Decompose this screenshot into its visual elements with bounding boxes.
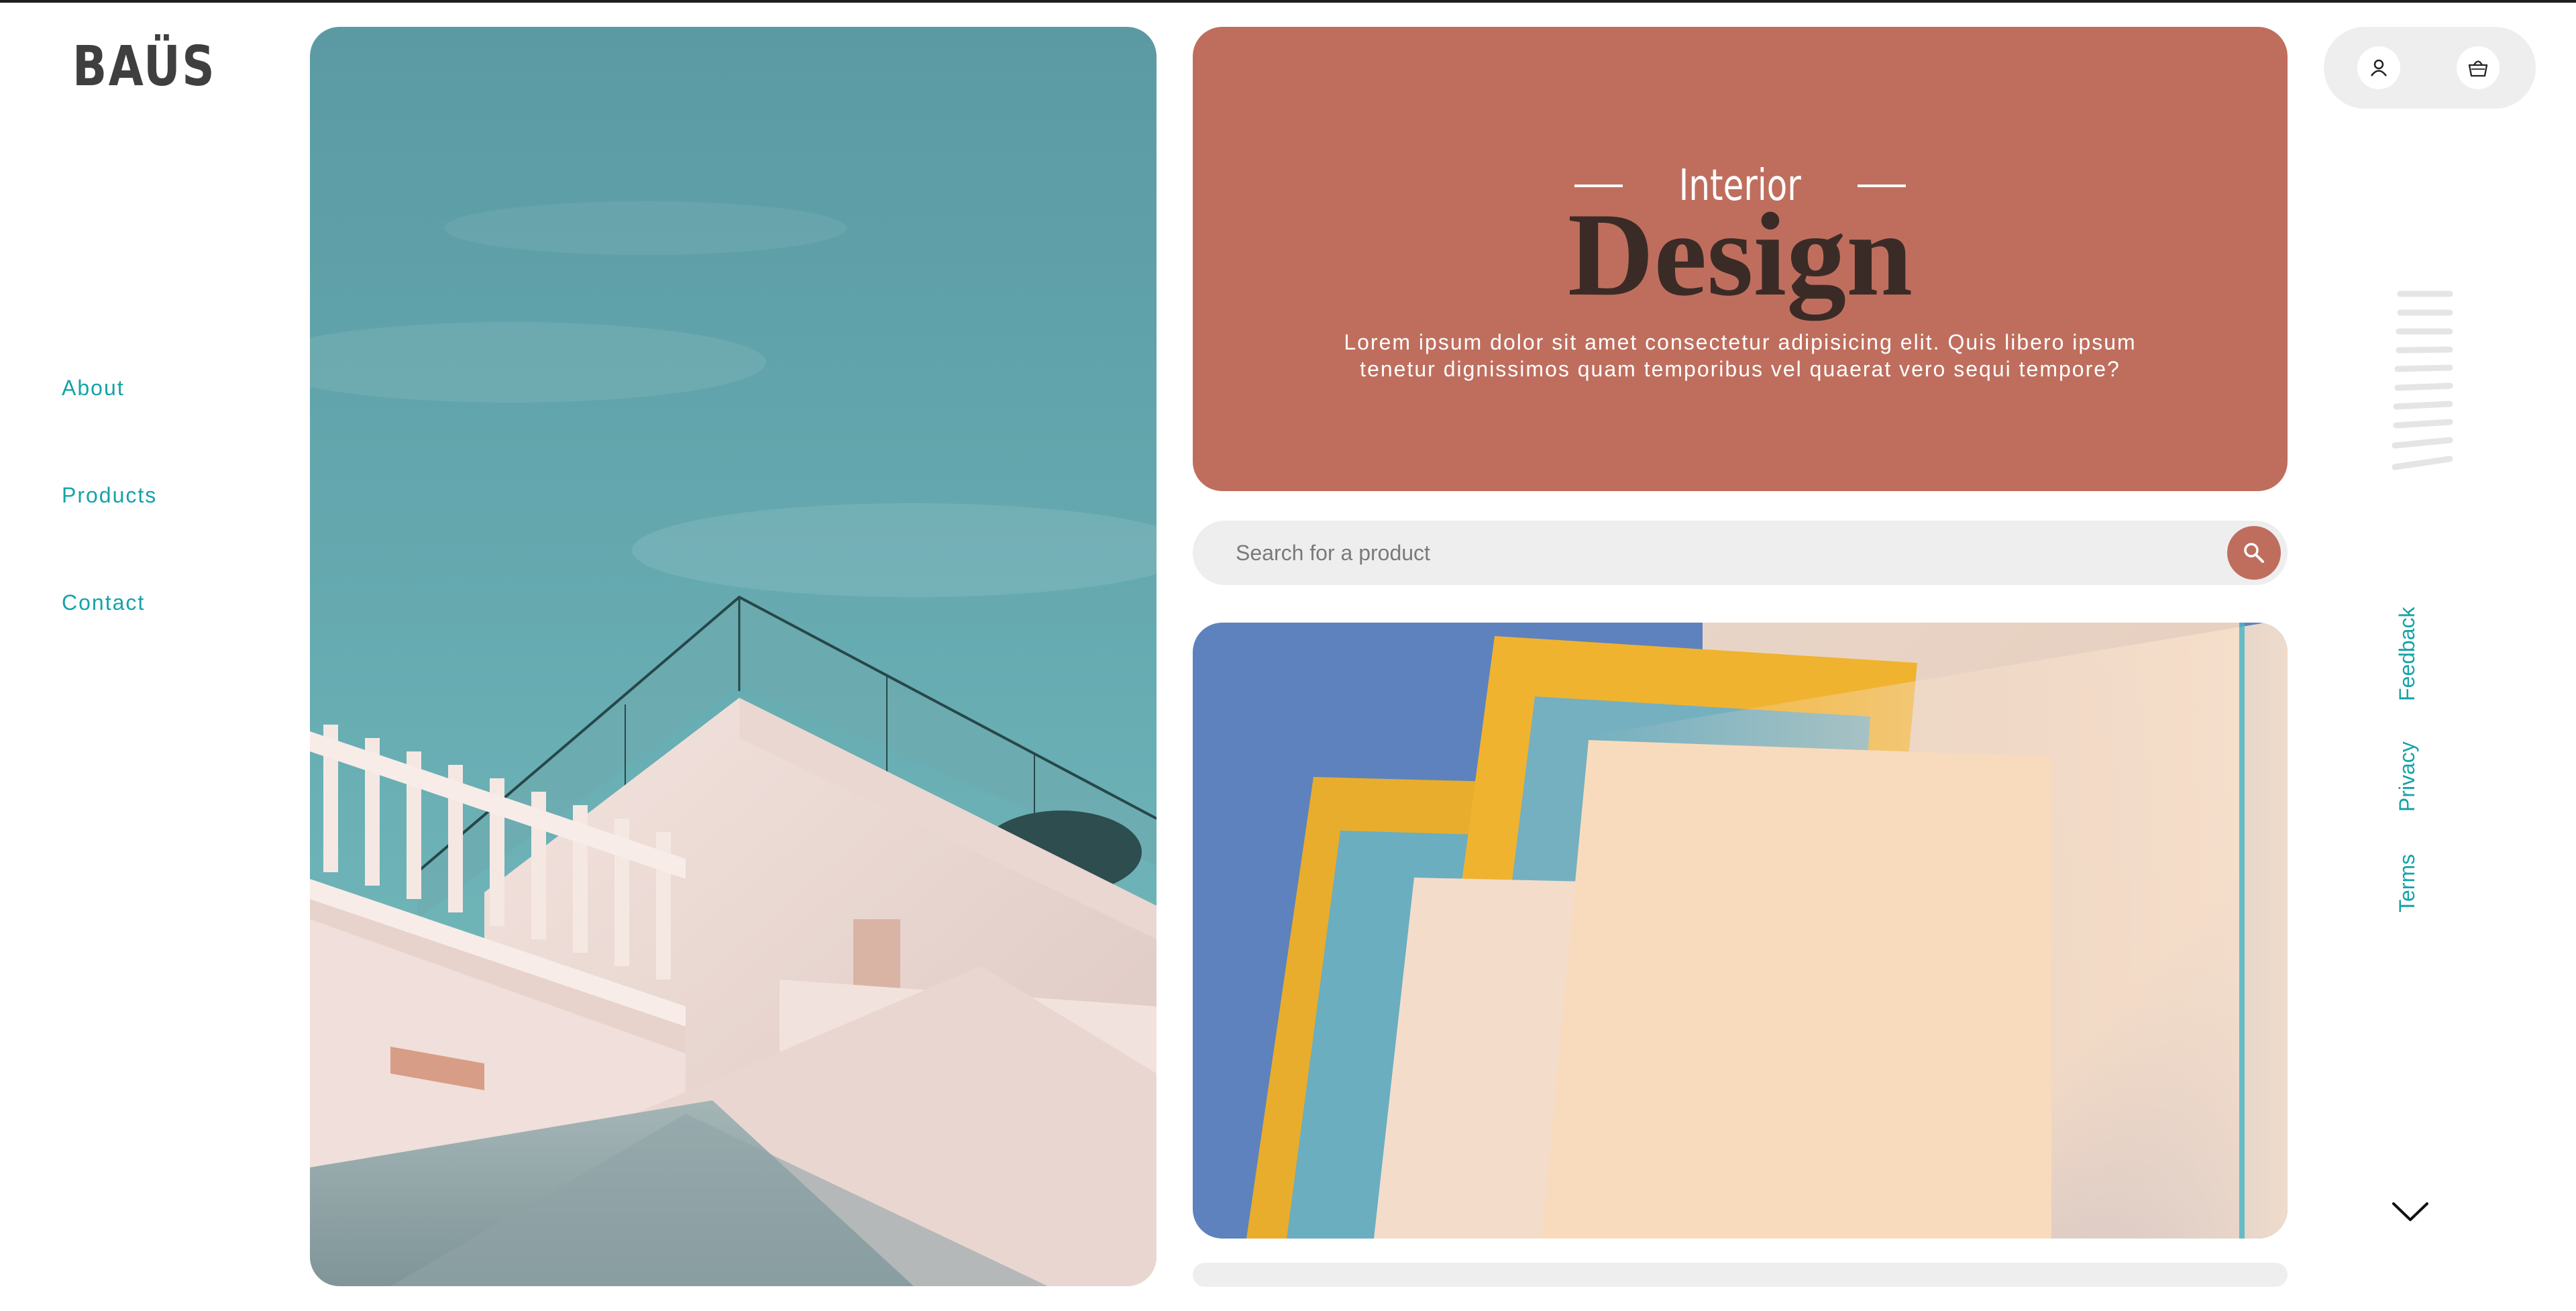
footer-links: Feedback Privacy Terms: [2395, 604, 2449, 919]
terms-link[interactable]: Terms: [2395, 854, 2420, 912]
eyebrow-line-left: [1574, 185, 1623, 187]
nav-item-contact[interactable]: Contact: [62, 590, 157, 698]
basket-icon: [2468, 60, 2488, 77]
nav-item-about[interactable]: About: [62, 376, 157, 483]
eyebrow-line-right: [1857, 185, 1906, 187]
user-icon: [2370, 59, 2387, 76]
scroll-lines-icon: [2392, 291, 2453, 470]
search-button[interactable]: [2227, 526, 2281, 580]
cart-button[interactable]: [2457, 46, 2500, 89]
privacy-link[interactable]: Privacy: [2395, 741, 2420, 812]
search-input[interactable]: [1236, 521, 2188, 585]
search-bar: [1193, 521, 2288, 585]
search-icon: [2244, 543, 2264, 563]
account-button[interactable]: [2357, 46, 2400, 89]
bottom-strip: [1193, 1263, 2288, 1287]
account-pill: [2324, 27, 2536, 109]
feedback-link[interactable]: Feedback: [2395, 607, 2420, 701]
nav-item-products[interactable]: Products: [62, 483, 157, 590]
building-photo: [310, 27, 1157, 1286]
top-border: [0, 0, 2576, 3]
hero-card: Interior Design Lorem ipsum dolor sit am…: [1193, 27, 2288, 491]
brand-logo[interactable]: BAÜS: [72, 35, 216, 99]
hero-description: Lorem ipsum dolor sit amet consectetur a…: [1344, 330, 2137, 381]
chevron-down-icon[interactable]: [2390, 1198, 2431, 1225]
main-nav: About Products Contact: [62, 376, 157, 698]
hero-title: Design: [1567, 188, 1913, 321]
abstract-photo: [1193, 623, 2288, 1239]
